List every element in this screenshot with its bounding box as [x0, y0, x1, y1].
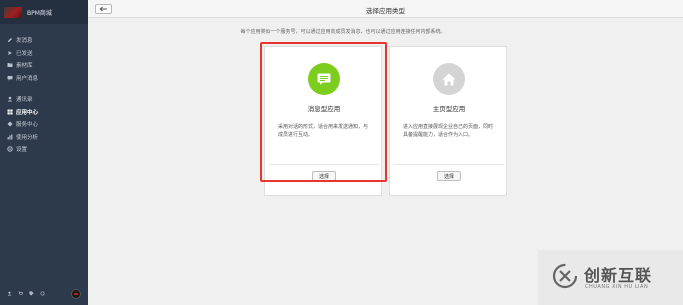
sidebar-footer [0, 283, 88, 305]
refresh-icon[interactable] [40, 291, 45, 298]
sidebar-item-label: 设置 [16, 147, 28, 154]
page-title: 选择应用类型 [366, 7, 405, 15]
chat-icon [7, 75, 13, 81]
sidebar-item-label: 应用中心 [16, 109, 39, 116]
tag-icon[interactable] [29, 290, 34, 298]
divider [394, 164, 504, 165]
sidebar-item-analytics[interactable]: 使用分析 [0, 131, 88, 144]
sidebar-item-label: 使用分析 [16, 134, 39, 141]
card-title: 主页型应用 [432, 105, 466, 113]
message-app-card[interactable]: 消息型应用 采用对话的形式，适合用来发送通知，与成员进行互动。 选择 [264, 46, 382, 196]
sidebar-item-material[interactable]: 素材库 [0, 59, 88, 72]
watermark-logo-icon [552, 263, 578, 289]
avatar[interactable] [71, 289, 81, 299]
watermark-name: 创新互联 [584, 266, 653, 285]
sidebar-nav: 发消息 已发送 素材库 用户消息 通讯录 应用中心 服务中心 使用分析 设置 [0, 34, 88, 156]
topbar: 选择应用类型 [88, 0, 683, 18]
home-icon [433, 63, 465, 95]
brand: BPM商城 [0, 0, 88, 24]
sidebar-item-label: 服务中心 [16, 122, 39, 129]
watermark-subtitle: CHUANG XIN HU LIAN [585, 284, 649, 290]
brand-title: BPM商城 [27, 9, 52, 17]
card-description: 进入应用直接展现企业自己的页面，同时具备提醒能力，适合作为入口。 [403, 124, 494, 138]
card-title: 消息型应用 [307, 105, 341, 113]
contacts-icon [7, 96, 13, 102]
sidebar-item-label: 通讯录 [16, 97, 33, 104]
sidebar-item-contacts[interactable]: 通讯录 [0, 93, 88, 106]
sidebar-item-label: 素材库 [16, 63, 33, 70]
send-icon [7, 50, 13, 56]
cart-icon[interactable] [18, 291, 24, 298]
pen-icon [7, 37, 13, 43]
app-icon [7, 109, 13, 115]
folder-icon [7, 62, 13, 68]
sidebar-item-settings[interactable]: 设置 [0, 143, 88, 156]
sidebar-item-sent[interactable]: 已发送 [0, 47, 88, 60]
sidebar-item-label: 已发送 [16, 50, 33, 57]
user-icon[interactable] [7, 291, 12, 298]
card-description: 采用对话的形式，适合用来发送通知，与成员进行互动。 [278, 124, 369, 138]
sidebar: BPM商城 发消息 已发送 素材库 用户消息 通讯录 应用中心 服务中心 使用分… [0, 0, 88, 305]
message-icon [308, 63, 340, 95]
sidebar-item-app-center[interactable]: 应用中心 [0, 106, 88, 119]
select-message-app-button[interactable]: 选择 [312, 171, 336, 181]
hint-text: 每个应用类似一个服务号，可以通过应用向成员发消息，也可以通过应用连接任何内部系统… [240, 29, 446, 35]
sidebar-item-label: 发消息 [16, 38, 33, 45]
sidebar-item-send-message[interactable]: 发消息 [0, 34, 88, 47]
homepage-app-card[interactable]: 主页型应用 进入应用直接展现企业自己的页面，同时具备提醒能力，适合作为入口。 选… [389, 46, 507, 196]
divider [269, 164, 379, 165]
gear-icon [7, 146, 13, 152]
sidebar-item-label: 用户消息 [16, 75, 39, 82]
chart-icon [7, 134, 13, 140]
service-icon [7, 121, 13, 127]
watermark: 创新互联 CHUANG XIN HU LIAN [538, 250, 683, 305]
brand-logo [4, 6, 22, 18]
sidebar-item-user-messages[interactable]: 用户消息 [0, 72, 88, 85]
select-homepage-app-button[interactable]: 选择 [437, 171, 461, 181]
sidebar-item-service-center[interactable]: 服务中心 [0, 118, 88, 131]
